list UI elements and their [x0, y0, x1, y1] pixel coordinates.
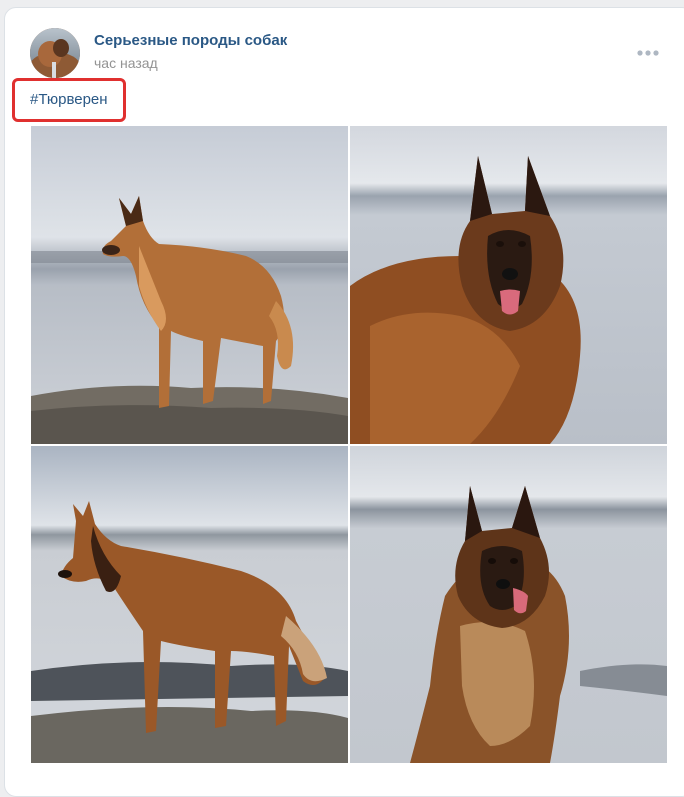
photo-tervuren-portrait-tongue[interactable]	[350, 126, 667, 444]
more-button[interactable]	[635, 44, 661, 62]
photo-grid	[31, 126, 667, 763]
post-card: Серьезные породы собак час назад #Тюрвер…	[4, 7, 684, 797]
photo-tervuren-standing-rock[interactable]	[31, 126, 348, 444]
post-time[interactable]: час назад	[94, 55, 158, 71]
more-horizontal-icon	[637, 50, 659, 56]
author-name[interactable]: Серьезные породы собак	[94, 32, 287, 49]
avatar[interactable]	[30, 28, 80, 78]
hashtag-link[interactable]: #Тюрверен	[30, 91, 108, 108]
photo-tervuren-sitting-portrait[interactable]	[350, 446, 667, 763]
photo-tervuren-side-profile[interactable]	[31, 446, 348, 763]
